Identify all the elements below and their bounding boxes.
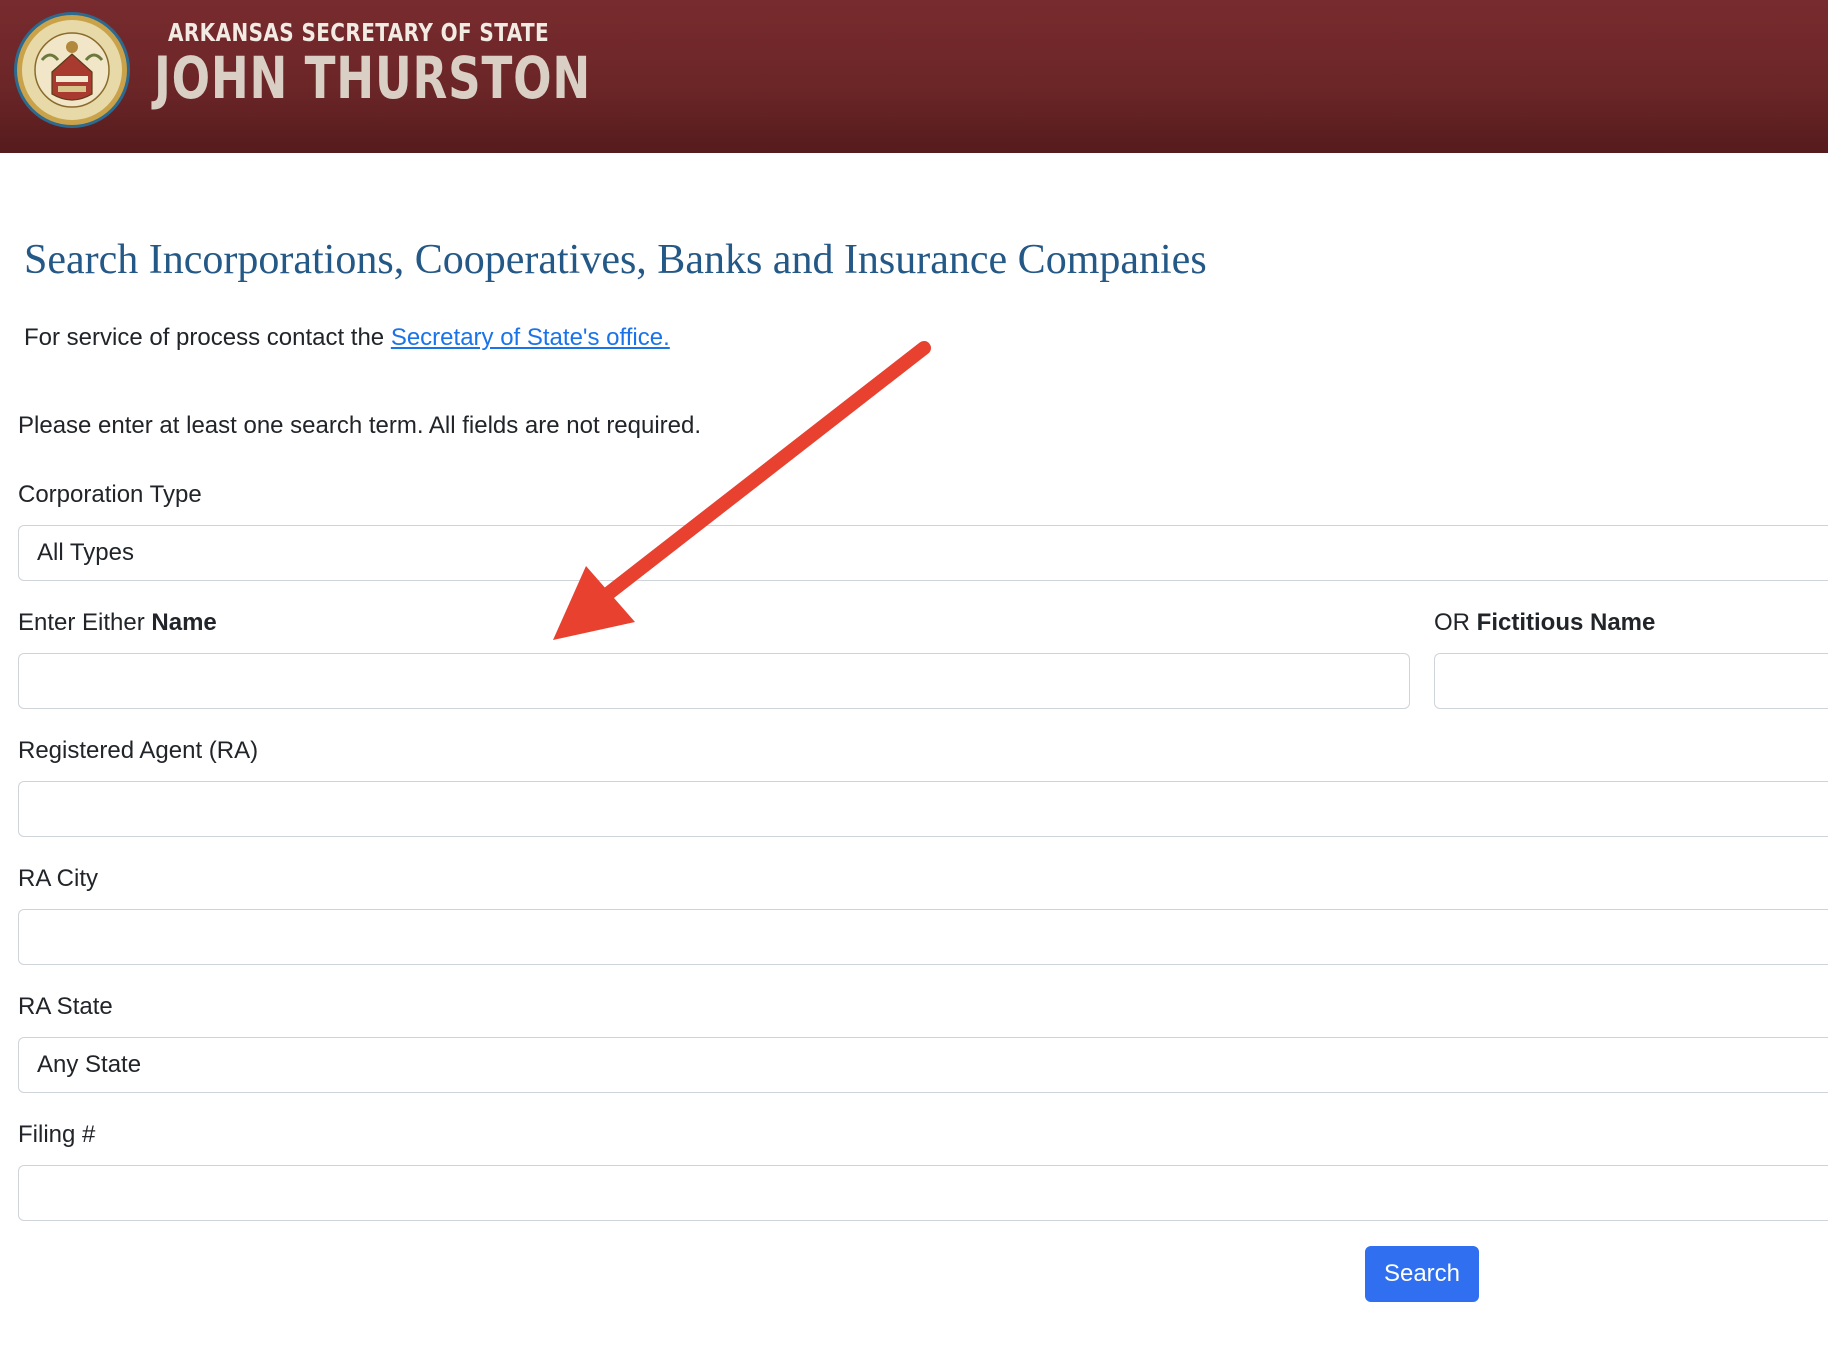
service-prefix: For service of process contact the: [24, 324, 391, 351]
fictitious-name-label-prefix: OR: [1434, 609, 1477, 636]
fictitious-name-label-bold: Fictitious Name: [1476, 609, 1656, 636]
service-of-process-text: For service of process contact the Secre…: [24, 324, 670, 352]
ra-city-label: RA City: [18, 865, 99, 892]
fictitious-name-label: OR Fictitious Name: [1434, 609, 1655, 637]
name-label: Enter Either Name: [18, 609, 217, 637]
fictitious-name-input[interactable]: [1434, 653, 1828, 709]
name-label-prefix: Enter Either: [18, 609, 152, 636]
filing-number-input[interactable]: [18, 1165, 1828, 1221]
registered-agent-input[interactable]: [18, 781, 1828, 837]
corporation-type-value: All Types: [37, 539, 134, 566]
name-input[interactable]: [18, 653, 1410, 709]
office-title: ARKANSAS SECRETARY OF STATE: [168, 18, 550, 47]
ra-city-input[interactable]: [18, 909, 1828, 965]
name-label-bold: Name: [151, 609, 217, 636]
page-title: Search Incorporations, Cooperatives, Ban…: [24, 237, 1207, 283]
official-name: JOHN THURSTON: [154, 44, 591, 112]
filing-number-label: Filing #: [18, 1121, 96, 1148]
header-banner: ARKANSAS SECRETARY OF STATE JOHN THURSTO…: [0, 0, 1828, 153]
corporation-type-select[interactable]: All Types: [18, 525, 1828, 581]
ra-state-label: RA State: [18, 993, 113, 1020]
registered-agent-label: Registered Agent (RA): [18, 737, 259, 764]
search-instructions: Please enter at least one search term. A…: [18, 412, 702, 439]
search-button[interactable]: Search: [1365, 1246, 1479, 1302]
ra-state-select[interactable]: Any State: [18, 1037, 1828, 1093]
ra-state-value: Any State: [37, 1051, 142, 1078]
corporation-type-label: Corporation Type: [18, 481, 202, 508]
state-seal-icon: [14, 12, 130, 128]
secretary-of-state-link[interactable]: Secretary of State's office.: [391, 324, 670, 351]
